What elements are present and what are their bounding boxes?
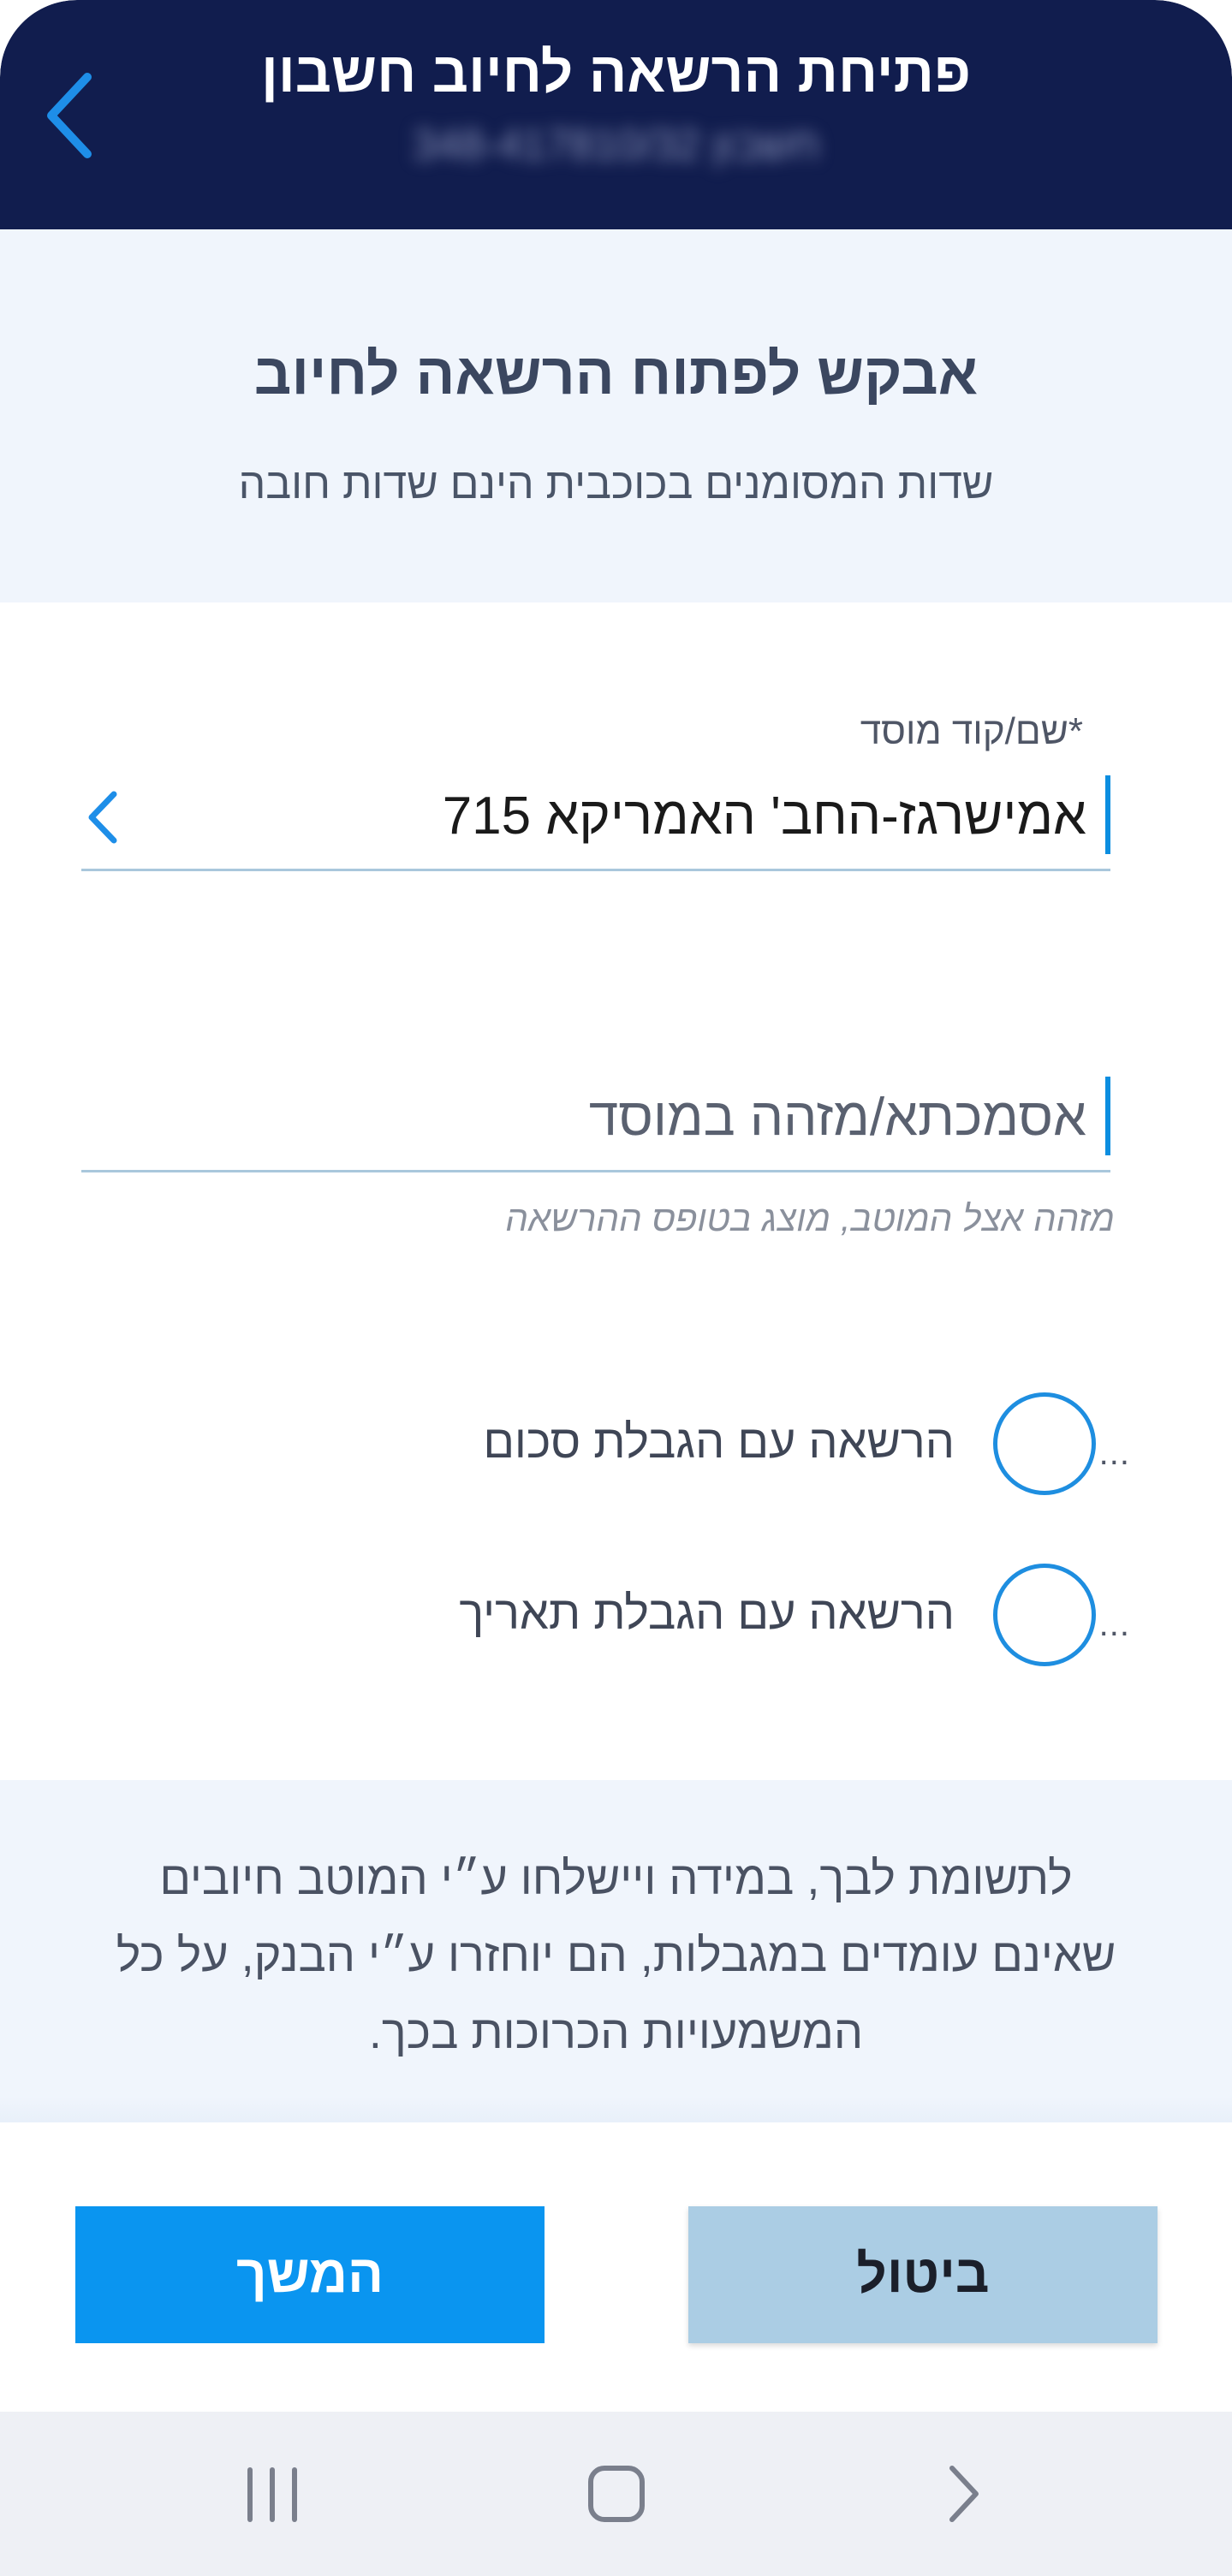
more-dots: ... (1098, 1434, 1130, 1472)
account-number: חשבון 348-417810/32 (412, 121, 820, 169)
chevron-left-icon (88, 791, 117, 844)
institution-field-label: *שם/קוד מוסד (860, 710, 1083, 752)
continue-button[interactable]: המשך (75, 2206, 545, 2343)
institution-picker-button[interactable] (81, 779, 133, 856)
amount-limit-option[interactable]: ... הרשאה עם הגבלת סכום (402, 1388, 1139, 1499)
home-icon (588, 2466, 645, 2522)
recent-apps-icon (247, 2467, 297, 2522)
section-title: אבקש לפתוח הרשאה לחיוב (253, 341, 979, 407)
radio-button[interactable] (993, 1564, 1096, 1666)
reference-field-placeholder: אסמכתא/מזהה במוסד (588, 1088, 1086, 1147)
back-icon (949, 2466, 979, 2522)
system-nav-bar (0, 2412, 1232, 2576)
field-focus-bar (1105, 1077, 1110, 1155)
date-limit-option[interactable]: ... הרשאה עם הגבלת תאריך (402, 1559, 1139, 1671)
reference-field[interactable]: אסמכתא/מזהה במוסד (81, 1071, 1110, 1172)
cancel-button[interactable]: ביטול (688, 2206, 1158, 2343)
radio-button[interactable] (993, 1392, 1096, 1495)
recent-apps-button[interactable] (221, 2451, 324, 2537)
notice-section: לתשומת לבך, במידה ויישלחו ע״י המוטב חיוב… (0, 1780, 1232, 2122)
notice-text: לתשומת לבך, במידה ויישלחו ע״י המוטב חיוב… (116, 1853, 1116, 2058)
app-header: פתיחת הרשאה לחיוב חשבון חשבון 348-417810… (0, 0, 1232, 229)
required-fields-note: שדות המסומנים בכוכבית הינם שדות חובה (238, 460, 994, 507)
date-limit-label: הרשאה עם הגבלת תאריך (459, 1588, 955, 1639)
page-title: פתיחת הרשאה לחיוב חשבון (260, 40, 972, 104)
reference-helper-text: מזהה אצל המוטב, מוצג בטופס ההרשאה (505, 1198, 1115, 1238)
amount-limit-label: הרשאה עם הגבלת סכום (483, 1416, 955, 1468)
institution-field-value: אמישרגז-החב' האמריקא 715 (442, 786, 1086, 846)
screen: פתיחת הרשאה לחיוב חשבון חשבון 348-417810… (0, 0, 1232, 2576)
institution-field[interactable]: אמישרגז-החב' האמריקא 715 (81, 770, 1110, 871)
field-focus-bar (1105, 775, 1110, 854)
scroll-fade (0, 2097, 1232, 2122)
system-back-button[interactable] (911, 2451, 1014, 2537)
intro-section: אבקש לפתוח הרשאה לחיוב שדות המסומנים בכו… (0, 229, 1232, 602)
more-dots: ... (1098, 1606, 1130, 1643)
home-button[interactable] (565, 2451, 668, 2537)
